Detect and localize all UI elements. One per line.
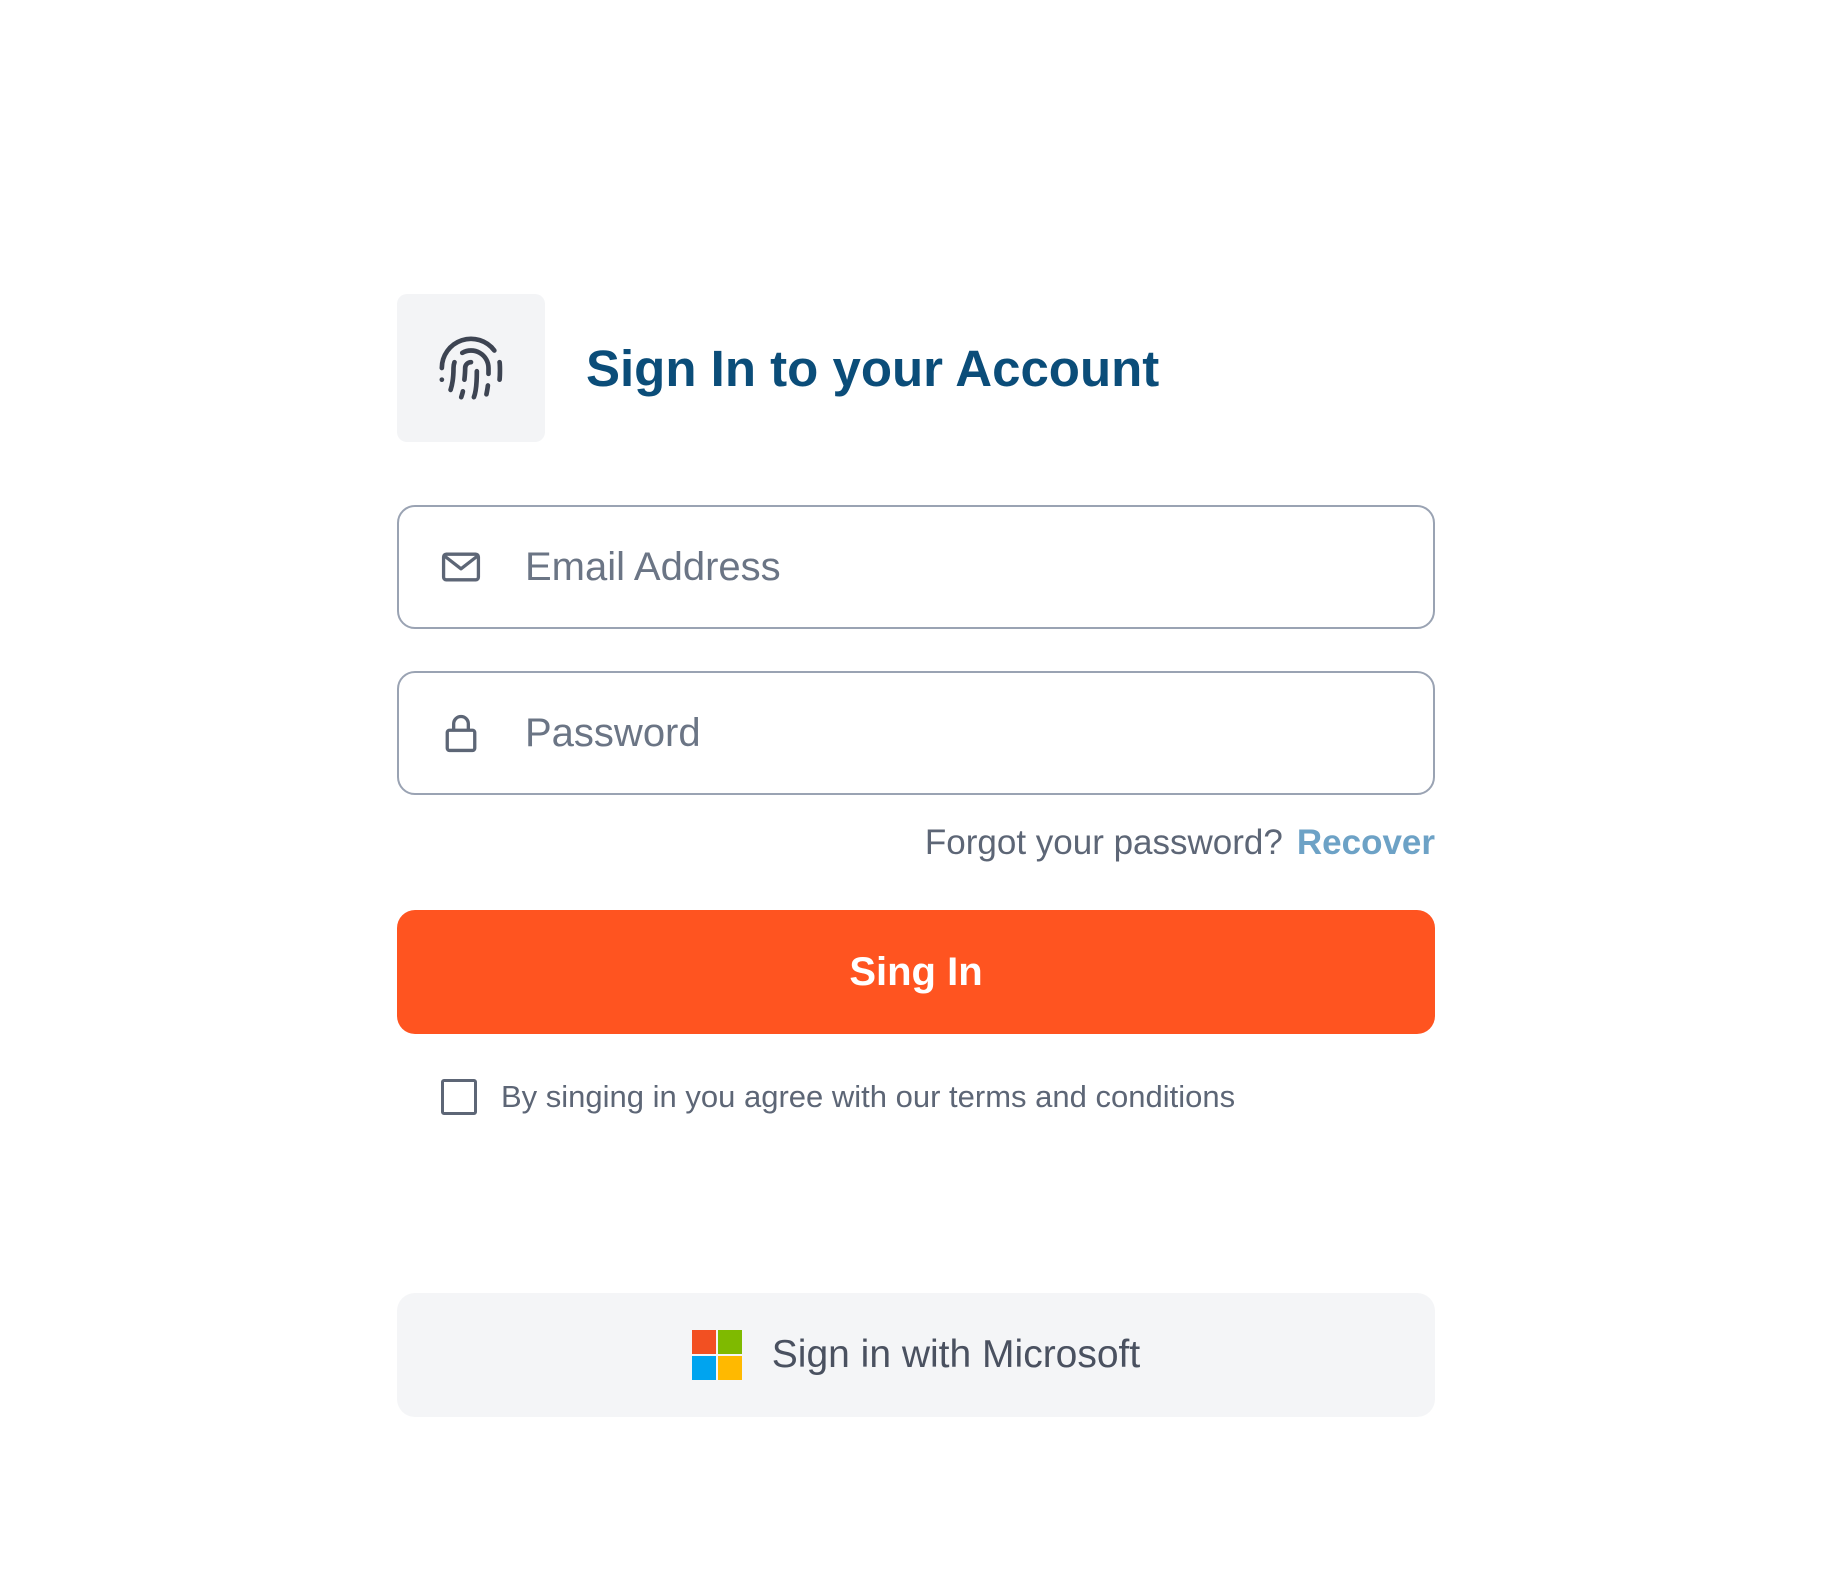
mail-icon [441,552,481,582]
mail-icon-wrap [439,545,483,589]
terms-row: By singing in you agree with our terms a… [441,1077,1235,1117]
email-field[interactable] [397,505,1435,629]
sign-in-page: Sign In to your Account Forgot your pass… [0,0,1845,1595]
ms-logo-blue [691,1356,716,1380]
recover-link[interactable]: Recover [1297,823,1435,863]
email-input[interactable] [525,507,1433,627]
fingerprint-icon [439,336,503,400]
ms-logo-yellow [717,1356,742,1380]
ms-logo-red [691,1330,716,1354]
microsoft-logo-icon [691,1330,742,1380]
terms-checkbox[interactable] [441,1079,477,1115]
ms-logo-green [717,1330,742,1354]
logo-tile [397,294,545,442]
terms-label: By singing in you agree with our terms a… [501,1079,1236,1114]
lock-icon-wrap [439,711,483,755]
microsoft-button-label: Sign in with Microsoft [771,1333,1141,1376]
sign-in-button[interactable]: Sing In [397,910,1435,1034]
forgot-password-row: Forgot your password? Recover [925,818,1435,868]
microsoft-sign-in-button[interactable]: Sign in with Microsoft [397,1293,1435,1417]
password-input[interactable] [525,673,1433,793]
lock-icon [445,714,477,753]
page-title: Sign In to your Account [586,339,1160,397]
password-field[interactable] [397,671,1435,795]
forgot-password-text: Forgot your password? [924,823,1283,862]
